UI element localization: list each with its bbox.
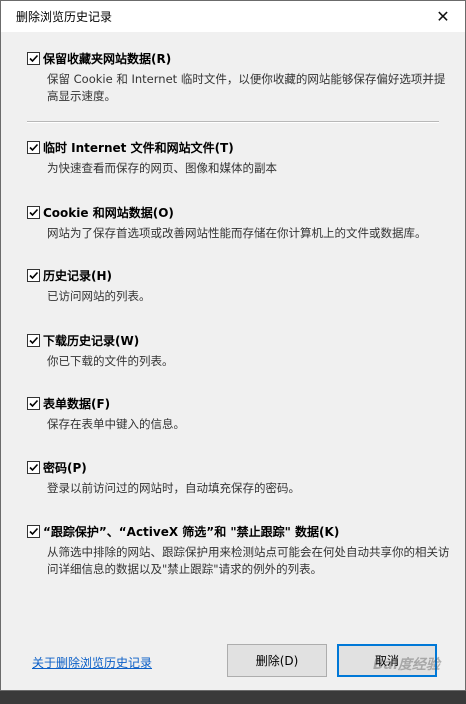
delete-browsing-history-dialog: 删除浏览历史记录 ✕ 保留收藏夹网站数据(R) 保留 Cookie 和 Inte… bbox=[0, 0, 466, 691]
option-description: 从筛选中排除的网站、跟踪保护用来检测站点可能会在何处自动共享你的相关访问详细信息… bbox=[47, 545, 450, 576]
option-label: 密码(P) bbox=[43, 460, 87, 475]
close-button[interactable]: ✕ bbox=[429, 3, 457, 29]
title-bar: 删除浏览历史记录 ✕ bbox=[1, 1, 465, 32]
checkmark-icon bbox=[29, 527, 39, 535]
option-label: 表单数据(F) bbox=[43, 396, 111, 411]
option-description: 为快速查看而保存的网页、图像和媒体的副本 bbox=[47, 161, 277, 175]
cancel-button-label: 取消 bbox=[374, 654, 399, 668]
form-data-checkbox[interactable] bbox=[27, 396, 40, 410]
option-label: 下载历史记录(W) bbox=[43, 333, 140, 348]
temp-internet-files-checkbox[interactable] bbox=[27, 140, 40, 154]
download-history-checkbox[interactable] bbox=[27, 333, 40, 347]
option-description: 网站为了保存首选项或改善网站性能而存储在你计算机上的文件或数据库。 bbox=[47, 226, 427, 240]
option-description: 已访问网站的列表。 bbox=[47, 289, 151, 303]
separator bbox=[27, 121, 439, 123]
cookies-checkbox[interactable] bbox=[27, 205, 40, 219]
option-description: 保留 Cookie 和 Internet 临时文件，以便你收藏的网站能够保存偏好… bbox=[47, 72, 446, 103]
option-label: 临时 Internet 文件和网站文件(T) bbox=[43, 140, 234, 155]
option-label: 历史记录(H) bbox=[43, 268, 113, 283]
option-download-history: 下载历史记录(W) 你已下载的文件的列表。 bbox=[27, 332, 447, 370]
background-strip bbox=[0, 690, 466, 704]
checkmark-icon bbox=[29, 336, 39, 344]
option-label: Cookie 和网站数据(O) bbox=[43, 205, 174, 220]
preserve-favorites-checkbox[interactable] bbox=[27, 51, 40, 65]
option-description: 登录以前访问过的网站时，自动填充保存的密码。 bbox=[47, 481, 300, 495]
tracking-protection-checkbox[interactable] bbox=[27, 524, 40, 538]
option-cookies: Cookie 和网站数据(O) 网站为了保存首选项或改善网站性能而存储在你计算机… bbox=[27, 204, 447, 242]
checkmark-icon bbox=[29, 463, 39, 471]
option-temp-internet-files: 临时 Internet 文件和网站文件(T) 为快速查看而保存的网页、图像和媒体… bbox=[27, 139, 447, 177]
checkmark-icon bbox=[29, 271, 39, 279]
option-preserve-favorites: 保留收藏夹网站数据(R) 保留 Cookie 和 Internet 临时文件，以… bbox=[27, 50, 447, 105]
dialog-title: 删除浏览历史记录 bbox=[16, 10, 113, 24]
option-description: 保存在表单中键入的信息。 bbox=[47, 417, 185, 431]
cancel-button[interactable]: 取消 bbox=[337, 644, 437, 677]
option-history: 历史记录(H) 已访问网站的列表。 bbox=[27, 267, 447, 305]
option-passwords: 密码(P) 登录以前访问过的网站时，自动填充保存的密码。 bbox=[27, 459, 447, 497]
option-label: “跟踪保护”、“ActiveX 筛选”和 "禁止跟踪" 数据(K) bbox=[43, 524, 340, 539]
option-tracking-protection: “跟踪保护”、“ActiveX 筛选”和 "禁止跟踪" 数据(K) 从筛选中排除… bbox=[27, 523, 450, 578]
checkmark-icon bbox=[29, 143, 39, 151]
checkmark-icon bbox=[29, 399, 39, 407]
option-label: 保留收藏夹网站数据(R) bbox=[43, 51, 172, 66]
checkmark-icon bbox=[29, 54, 39, 62]
option-description: 你已下载的文件的列表。 bbox=[47, 354, 174, 368]
delete-button[interactable]: 删除(D) bbox=[227, 644, 327, 677]
about-delete-history-link[interactable]: 关于删除浏览历史记录 bbox=[32, 654, 152, 671]
close-icon: ✕ bbox=[436, 6, 450, 26]
delete-button-label: 删除(D) bbox=[255, 654, 299, 668]
option-form-data: 表单数据(F) 保存在表单中键入的信息。 bbox=[27, 395, 447, 433]
history-checkbox[interactable] bbox=[27, 268, 40, 282]
passwords-checkbox[interactable] bbox=[27, 460, 40, 474]
checkmark-icon bbox=[29, 208, 39, 216]
